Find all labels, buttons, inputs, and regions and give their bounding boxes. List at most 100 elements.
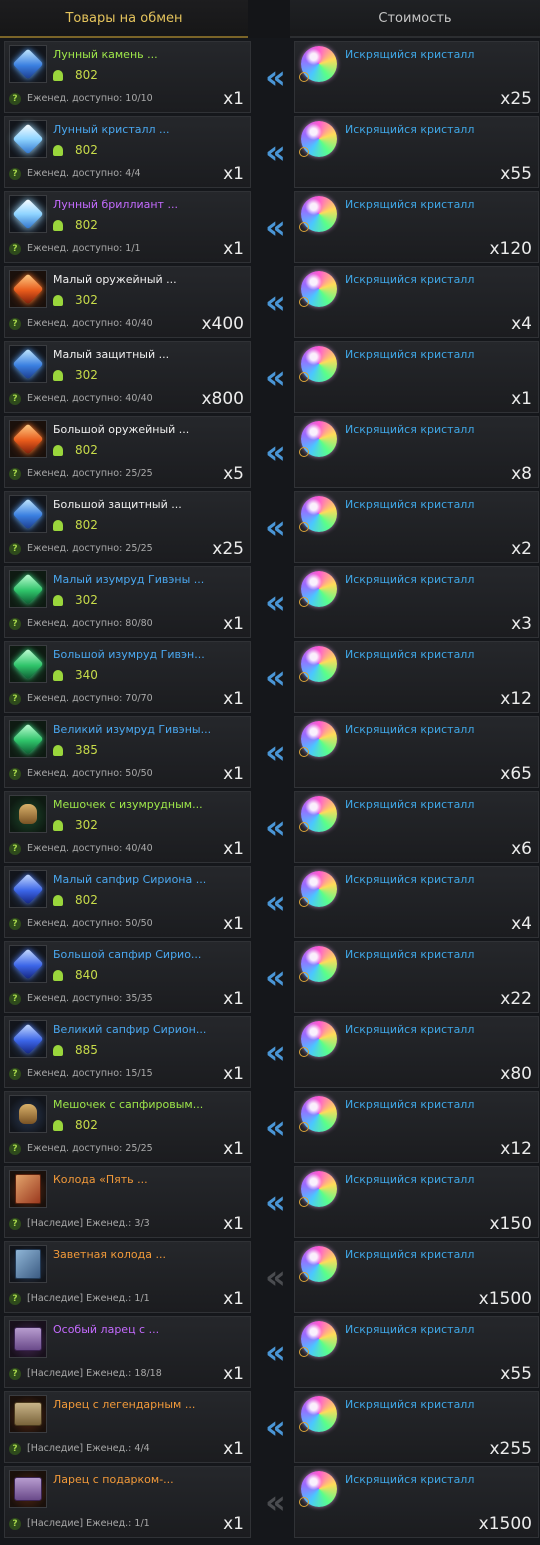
exchange-button[interactable]: « (251, 191, 294, 263)
reward-item-slot[interactable]: Лунный кристалл ... 802 ? Еженед. доступ… (4, 116, 251, 188)
reward-item-slot[interactable]: Большой сапфир Сирио... 840 ? Еженед. до… (4, 941, 251, 1013)
exchange-button[interactable]: « (251, 1016, 294, 1088)
sapphire-pouch-icon[interactable] (9, 1095, 47, 1133)
cost-item-slot[interactable]: Искрящийся кристалл x255 (294, 1391, 539, 1463)
cost-item-slot[interactable]: Искрящийся кристалл x4 (294, 266, 539, 338)
cost-item-slot[interactable]: Искрящийся кристалл x4 (294, 866, 539, 938)
exchange-row[interactable]: Малый изумруд Гивэны ... 302 ? Еженед. д… (0, 566, 540, 638)
double-chevron-left-icon[interactable]: « (265, 1186, 286, 1218)
exchange-row[interactable]: Великий сапфир Сирион... 885 ? Еженед. д… (0, 1016, 540, 1088)
legendary-chest-icon[interactable] (9, 1395, 47, 1433)
exchange-button[interactable]: « (251, 1466, 294, 1538)
reward-item-slot[interactable]: Малый изумруд Гивэны ... 302 ? Еженед. д… (4, 566, 251, 638)
exchange-row[interactable]: Ларец с легендарным ... ? [Наследие] Еже… (0, 1391, 540, 1463)
double-chevron-left-icon[interactable]: « (265, 511, 286, 543)
exchange-button[interactable]: « (251, 1166, 294, 1238)
emerald-small-icon[interactable] (9, 570, 47, 608)
double-chevron-left-icon[interactable]: « (265, 1111, 286, 1143)
exchange-button[interactable]: « (251, 341, 294, 413)
reward-item-slot[interactable]: Лунный камень ... 802 ? Еженед. доступно… (4, 41, 251, 113)
exchange-row[interactable]: Большой изумруд Гивэн... 340 ? Еженед. д… (0, 641, 540, 713)
moonstone-icon[interactable] (9, 45, 47, 83)
exchange-button[interactable]: « (251, 416, 294, 488)
cost-item-slot[interactable]: Искрящийся кристалл x1 (294, 341, 539, 413)
exchange-row[interactable]: Ларец с подарком-... ? [Наследие] Еженед… (0, 1466, 540, 1538)
armor-stone-large-icon[interactable] (9, 495, 47, 533)
double-chevron-left-icon[interactable]: « (265, 661, 286, 693)
help-icon[interactable]: ? (9, 617, 21, 630)
reward-item-slot[interactable]: Мешочек с сапфировым... 802 ? Еженед. до… (4, 1091, 251, 1163)
emerald-large-icon[interactable] (9, 645, 47, 683)
cost-item-slot[interactable]: Искрящийся кристалл x1500 (294, 1466, 539, 1538)
cherished-deck-icon[interactable] (9, 1245, 47, 1283)
reward-item-slot[interactable]: Колода «Пять ... ? [Наследие] Еженед.: 3… (4, 1166, 251, 1238)
moon-diamond-icon[interactable] (9, 195, 47, 233)
reward-item-slot[interactable]: Заветная колода ... ? [Наследие] Еженед.… (4, 1241, 251, 1313)
cost-item-slot[interactable]: Искрящийся кристалл x6 (294, 791, 539, 863)
reward-item-slot[interactable]: Великий изумруд Гивэны... 385 ? Еженед. … (4, 716, 251, 788)
reward-item-slot[interactable]: Великий сапфир Сирион... 885 ? Еженед. д… (4, 1016, 251, 1088)
cost-item-slot[interactable]: Искрящийся кристалл x25 (294, 41, 539, 113)
exchange-row[interactable]: Великий изумруд Гивэны... 385 ? Еженед. … (0, 716, 540, 788)
exchange-row[interactable]: Лунный бриллиант ... 802 ? Еженед. досту… (0, 191, 540, 263)
exchange-row[interactable]: Особый ларец с ... ? [Наследие] Еженед.:… (0, 1316, 540, 1388)
exchange-row[interactable]: Колода «Пять ... ? [Наследие] Еженед.: 3… (0, 1166, 540, 1238)
help-icon[interactable]: ? (9, 317, 21, 330)
cost-item-slot[interactable]: Искрящийся кристалл x3 (294, 566, 539, 638)
double-chevron-left-icon[interactable]: « (265, 436, 286, 468)
exchange-row[interactable]: Большой сапфир Сирио... 840 ? Еженед. до… (0, 941, 540, 1013)
cost-item-slot[interactable]: Искрящийся кристалл x8 (294, 416, 539, 488)
double-chevron-left-icon[interactable]: « (265, 811, 286, 843)
exchange-row[interactable]: Малый сапфир Сириона ... 802 ? Еженед. д… (0, 866, 540, 938)
emerald-pouch-icon[interactable] (9, 795, 47, 833)
exchange-button[interactable]: « (251, 641, 294, 713)
help-icon[interactable]: ? (9, 1292, 21, 1305)
exchange-button[interactable]: « (251, 491, 294, 563)
help-icon[interactable]: ? (9, 1442, 21, 1455)
exchange-row[interactable]: Малый оружейный ... 302 ? Еженед. доступ… (0, 266, 540, 338)
double-chevron-left-icon[interactable]: « (265, 1036, 286, 1068)
exchange-button[interactable]: « (251, 1391, 294, 1463)
help-icon[interactable]: ? (9, 1217, 21, 1230)
help-icon[interactable]: ? (9, 92, 21, 105)
cost-item-slot[interactable]: Искрящийся кристалл x55 (294, 116, 539, 188)
moon-crystal-icon[interactable] (9, 120, 47, 158)
exchange-button[interactable]: « (251, 716, 294, 788)
help-icon[interactable]: ? (9, 1367, 21, 1380)
cost-item-slot[interactable]: Искрящийся кристалл x55 (294, 1316, 539, 1388)
exchange-row[interactable]: Мешочек с изумрудным... 302 ? Еженед. до… (0, 791, 540, 863)
card-deck-icon[interactable] (9, 1170, 47, 1208)
reward-item-slot[interactable]: Особый ларец с ... ? [Наследие] Еженед.:… (4, 1316, 251, 1388)
reward-item-slot[interactable]: Большой оружейный ... 802 ? Еженед. дост… (4, 416, 251, 488)
exchange-button[interactable]: « (251, 866, 294, 938)
reward-item-slot[interactable]: Малый сапфир Сириона ... 802 ? Еженед. д… (4, 866, 251, 938)
cost-item-slot[interactable]: Искрящийся кристалл x150 (294, 1166, 539, 1238)
help-icon[interactable]: ? (9, 767, 21, 780)
help-icon[interactable]: ? (9, 992, 21, 1005)
double-chevron-left-icon[interactable]: « (265, 361, 286, 393)
help-icon[interactable]: ? (9, 692, 21, 705)
help-icon[interactable]: ? (9, 842, 21, 855)
cost-item-slot[interactable]: Искрящийся кристалл x12 (294, 641, 539, 713)
help-icon[interactable]: ? (9, 917, 21, 930)
exchange-row[interactable]: Большой оружейный ... 802 ? Еженед. дост… (0, 416, 540, 488)
exchange-row[interactable]: Лунный кристалл ... 802 ? Еженед. доступ… (0, 116, 540, 188)
exchange-row[interactable]: Малый защитный ... 302 ? Еженед. доступн… (0, 341, 540, 413)
exchange-button[interactable]: « (251, 1241, 294, 1313)
double-chevron-left-icon[interactable]: « (265, 286, 286, 318)
sapphire-large-icon[interactable] (9, 945, 47, 983)
double-chevron-left-icon[interactable]: « (265, 211, 286, 243)
reward-item-slot[interactable]: Большой защитный ... 802 ? Еженед. досту… (4, 491, 251, 563)
exchange-row[interactable]: Мешочек с сапфировым... 802 ? Еженед. до… (0, 1091, 540, 1163)
exchange-row[interactable]: Большой защитный ... 802 ? Еженед. досту… (0, 491, 540, 563)
exchange-button[interactable]: « (251, 41, 294, 113)
double-chevron-left-icon[interactable]: « (265, 586, 286, 618)
cost-item-slot[interactable]: Искрящийся кристалл x65 (294, 716, 539, 788)
double-chevron-left-icon[interactable]: « (265, 61, 286, 93)
gift-chest-icon[interactable] (9, 1470, 47, 1508)
weapon-stone-large-icon[interactable] (9, 420, 47, 458)
double-chevron-left-icon[interactable]: « (265, 136, 286, 168)
help-icon[interactable]: ? (9, 1067, 21, 1080)
armor-stone-icon[interactable] (9, 345, 47, 383)
reward-item-slot[interactable]: Мешочек с изумрудным... 302 ? Еженед. до… (4, 791, 251, 863)
